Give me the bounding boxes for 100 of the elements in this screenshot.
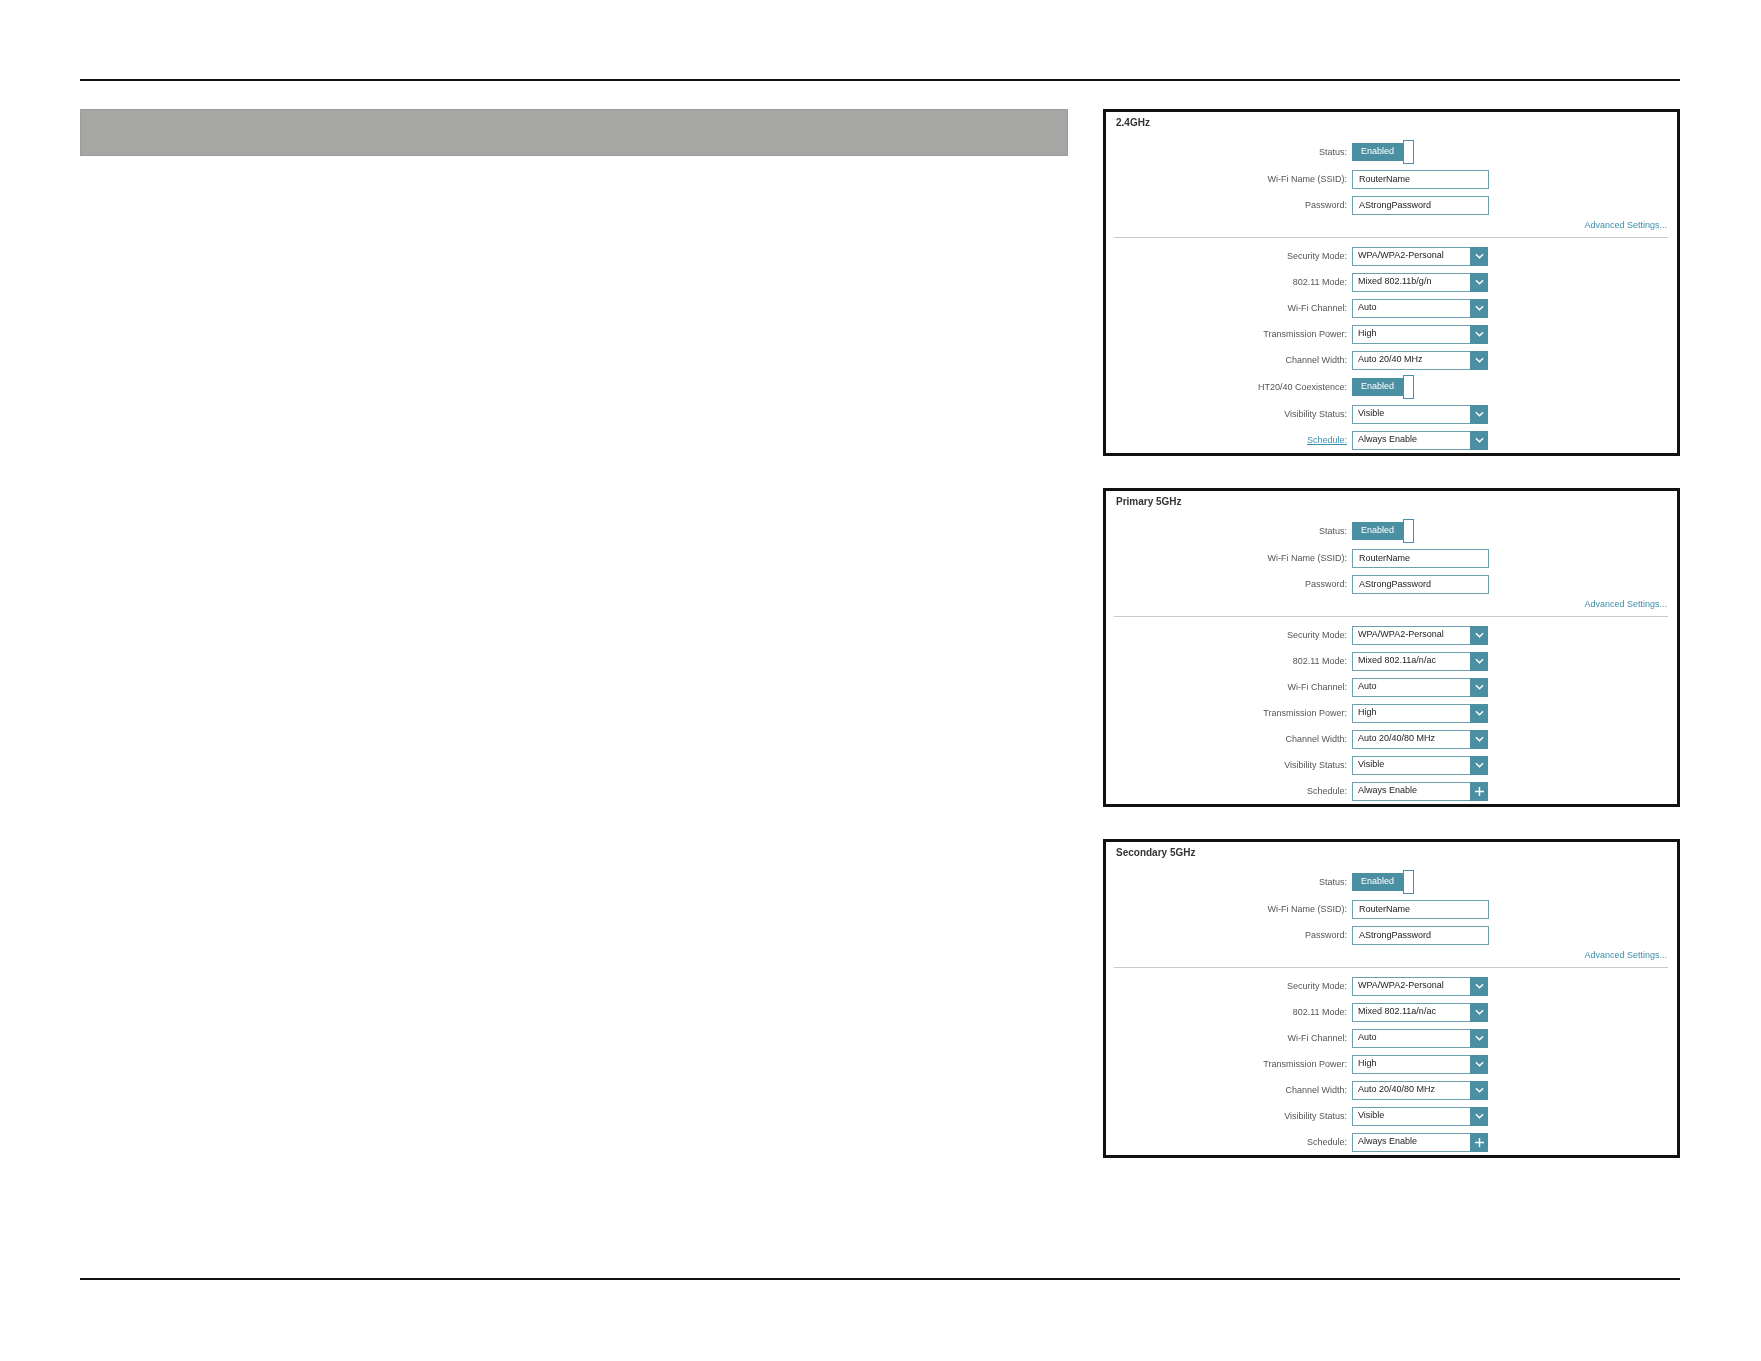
select-field[interactable]: Auto bbox=[1352, 677, 1488, 697]
field-label: Visibility Status: bbox=[1284, 408, 1347, 420]
select-field[interactable]: Auto bbox=[1352, 298, 1488, 318]
field-label: 802.11 Mode: bbox=[1292, 655, 1347, 667]
field-label: HT20/40 Coexistence: bbox=[1257, 381, 1347, 393]
dropdown-button[interactable] bbox=[1470, 976, 1488, 996]
select-field[interactable]: Auto bbox=[1352, 1028, 1488, 1048]
field-label: Visibility Status: bbox=[1284, 759, 1347, 771]
label-link[interactable]: Schedule: bbox=[1306, 434, 1347, 446]
field-label: Status: bbox=[1319, 146, 1347, 158]
advanced-settings-link[interactable]: Advanced Settings... bbox=[1584, 598, 1667, 612]
dropdown-button[interactable] bbox=[1470, 430, 1488, 450]
field-label: 802.11 Mode: bbox=[1292, 1006, 1347, 1018]
chevron-down-icon bbox=[1474, 736, 1484, 742]
chevron-down-icon bbox=[1474, 1009, 1484, 1015]
input-field[interactable]: AStrongPassword bbox=[1352, 574, 1489, 594]
chevron-down-icon bbox=[1474, 411, 1484, 417]
dropdown-button[interactable] bbox=[1470, 729, 1488, 749]
dropdown-button[interactable] bbox=[1470, 651, 1488, 671]
select-field[interactable]: Always Enable bbox=[1352, 430, 1488, 450]
advanced-settings-link[interactable]: Advanced Settings... bbox=[1584, 949, 1667, 963]
dropdown-button[interactable] bbox=[1470, 404, 1488, 424]
chevron-down-icon bbox=[1474, 658, 1484, 664]
select-field[interactable]: Auto 20/40/80 MHz bbox=[1352, 1080, 1488, 1100]
chevron-down-icon bbox=[1474, 632, 1484, 638]
dropdown-button[interactable] bbox=[1470, 350, 1488, 370]
panel-title: Secondary 5GHz bbox=[1116, 846, 1196, 860]
select-field[interactable]: High bbox=[1352, 703, 1488, 723]
field-label: Status: bbox=[1319, 876, 1347, 888]
dropdown-button[interactable] bbox=[1470, 755, 1488, 775]
field-label: Schedule: bbox=[1306, 785, 1347, 797]
dropdown-button[interactable] bbox=[1470, 1054, 1488, 1074]
chevron-down-icon bbox=[1474, 983, 1484, 989]
add-button[interactable] bbox=[1470, 781, 1488, 801]
select-field[interactable]: Visible bbox=[1352, 404, 1488, 424]
field-label: Wi-Fi Name (SSID): bbox=[1267, 552, 1347, 564]
dropdown-button[interactable] bbox=[1470, 1028, 1488, 1048]
input-field[interactable]: AStrongPassword bbox=[1352, 195, 1489, 215]
field-label: Wi-Fi Name (SSID): bbox=[1267, 903, 1347, 915]
select-field[interactable]: WPA/WPA2-Personal bbox=[1352, 625, 1488, 645]
add-button[interactable] bbox=[1470, 1132, 1488, 1152]
field-label: Security Mode: bbox=[1286, 629, 1347, 641]
chevron-down-icon bbox=[1474, 710, 1484, 716]
field-label: Password: bbox=[1304, 929, 1347, 941]
select-field[interactable]: Visible bbox=[1352, 755, 1488, 775]
chevron-down-icon bbox=[1474, 1061, 1484, 1067]
field-label: Password: bbox=[1304, 199, 1347, 211]
field-label: Wi-Fi Channel: bbox=[1287, 681, 1347, 693]
chevron-down-icon bbox=[1474, 684, 1484, 690]
select-field[interactable]: Always Enable bbox=[1352, 781, 1488, 801]
dropdown-button[interactable] bbox=[1470, 677, 1488, 697]
select-field[interactable]: Visible bbox=[1352, 1106, 1488, 1126]
select-field[interactable]: High bbox=[1352, 1054, 1488, 1074]
plus-icon bbox=[1474, 786, 1484, 796]
chevron-down-icon bbox=[1474, 1113, 1484, 1119]
dropdown-button[interactable] bbox=[1470, 703, 1488, 723]
dropdown-button[interactable] bbox=[1470, 625, 1488, 645]
field-label: Channel Width: bbox=[1285, 354, 1347, 366]
select-field[interactable]: Auto 20/40/80 MHz bbox=[1352, 729, 1488, 749]
input-field[interactable]: RouterName bbox=[1352, 899, 1489, 919]
select-field[interactable]: Mixed 802.11b/g/n bbox=[1352, 272, 1488, 292]
field-label: Schedule: bbox=[1306, 1136, 1347, 1148]
chevron-down-icon bbox=[1474, 279, 1484, 285]
field-label: Password: bbox=[1304, 578, 1347, 590]
dropdown-button[interactable] bbox=[1470, 1106, 1488, 1126]
field-label: Channel Width: bbox=[1285, 733, 1347, 745]
chevron-down-icon bbox=[1474, 1035, 1484, 1041]
input-field[interactable]: AStrongPassword bbox=[1352, 925, 1489, 945]
dropdown-button[interactable] bbox=[1470, 1080, 1488, 1100]
panel-title: 2.4GHz bbox=[1116, 116, 1150, 130]
dropdown-button[interactable] bbox=[1470, 272, 1488, 292]
dropdown-button[interactable] bbox=[1470, 246, 1488, 266]
input-field[interactable]: RouterName bbox=[1352, 548, 1489, 568]
field-label: Transmission Power: bbox=[1263, 1058, 1347, 1070]
chevron-down-icon bbox=[1474, 305, 1484, 311]
advanced-settings-link[interactable]: Advanced Settings... bbox=[1584, 219, 1667, 233]
select-field[interactable]: WPA/WPA2-Personal bbox=[1352, 976, 1488, 996]
dropdown-button[interactable] bbox=[1470, 324, 1488, 344]
select-field[interactable]: Mixed 802.11a/n/ac bbox=[1352, 651, 1488, 671]
select-field[interactable]: Mixed 802.11a/n/ac bbox=[1352, 1002, 1488, 1022]
chevron-down-icon bbox=[1474, 331, 1484, 337]
field-label: 802.11 Mode: bbox=[1292, 276, 1347, 288]
field-label: Channel Width: bbox=[1285, 1084, 1347, 1096]
select-field[interactable]: Auto 20/40 MHz bbox=[1352, 350, 1488, 370]
field-label: Status: bbox=[1319, 525, 1347, 537]
select-field[interactable]: High bbox=[1352, 324, 1488, 344]
select-field[interactable]: WPA/WPA2-Personal bbox=[1352, 246, 1488, 266]
dropdown-button[interactable] bbox=[1470, 298, 1488, 318]
field-label: Security Mode: bbox=[1286, 250, 1347, 262]
field-label: Transmission Power: bbox=[1263, 328, 1347, 340]
field-label: Security Mode: bbox=[1286, 980, 1347, 992]
chevron-down-icon bbox=[1474, 253, 1484, 259]
chevron-down-icon bbox=[1474, 437, 1484, 443]
field-label: Visibility Status: bbox=[1284, 1110, 1347, 1122]
select-field[interactable]: Always Enable bbox=[1352, 1132, 1488, 1152]
field-label: Wi-Fi Name (SSID): bbox=[1267, 173, 1347, 185]
input-field[interactable]: RouterName bbox=[1352, 169, 1489, 189]
field-label: Wi-Fi Channel: bbox=[1287, 1032, 1347, 1044]
dropdown-button[interactable] bbox=[1470, 1002, 1488, 1022]
chevron-down-icon bbox=[1474, 762, 1484, 768]
